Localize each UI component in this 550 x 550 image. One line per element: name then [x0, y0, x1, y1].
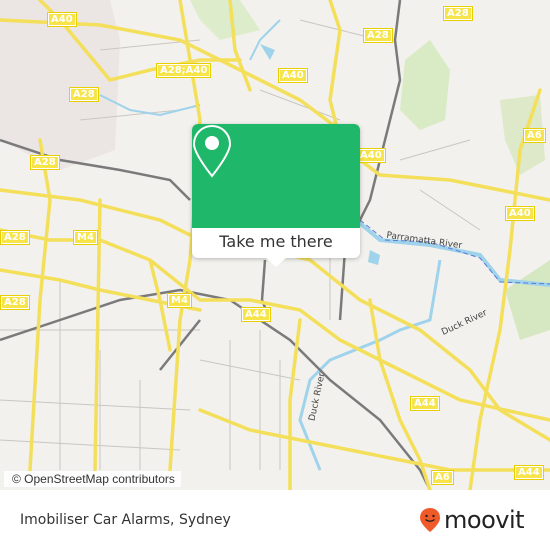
road-shield: M4 [167, 293, 192, 308]
road-shield: A28;A40 [156, 63, 212, 78]
road-shield: A28 [30, 155, 60, 170]
popup-pointer [266, 258, 286, 267]
park-area [400, 40, 450, 130]
park-area [505, 260, 550, 340]
road-shield: A28 [443, 6, 473, 21]
road-shield: A6 [431, 470, 454, 485]
take-me-there-button[interactable]: Take me there [192, 224, 360, 258]
road-shield: A44 [514, 465, 544, 480]
footer: Imobiliser Car Alarms, Sydney moovit [0, 490, 550, 550]
road-shield: A28 [0, 230, 30, 245]
moovit-logo[interactable]: moovit [419, 506, 525, 534]
road-shield: A44 [241, 307, 271, 322]
road-shield: A6 [523, 128, 546, 143]
road-shield: A40 [356, 148, 386, 163]
road-shield: A28 [69, 87, 99, 102]
place-title: Imobiliser Car Alarms, Sydney [20, 512, 231, 528]
popup-header [192, 124, 360, 228]
road-shield: A28 [363, 28, 393, 43]
location-popup: Take me there [192, 124, 360, 267]
road-shield: A40 [278, 68, 308, 83]
road-shield: A44 [410, 396, 440, 411]
map-attribution[interactable]: © OpenStreetMap contributors [4, 471, 181, 487]
park-area [190, 0, 260, 40]
road-shield: A40 [505, 206, 535, 221]
moovit-smiley-pin-icon [420, 508, 440, 532]
location-pin-icon [192, 124, 232, 178]
road-shield: A28 [0, 295, 30, 310]
map[interactable]: A40 A28 A28 A28;A40 A40 A28 A28 A40 A6 A… [0, 0, 550, 490]
road-shield: M4 [73, 230, 98, 245]
road-shield: A40 [47, 12, 77, 27]
moovit-logo-text: moovit [444, 506, 525, 534]
